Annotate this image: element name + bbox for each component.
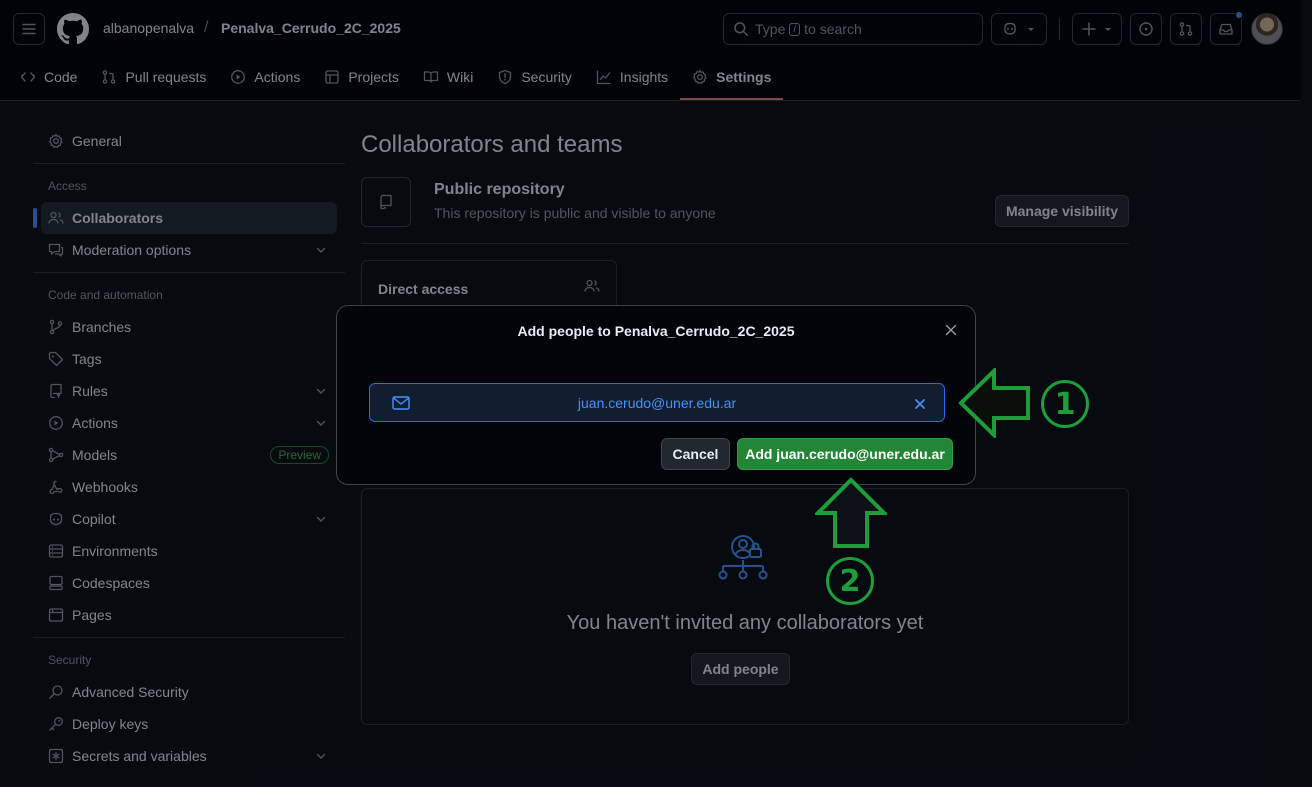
dialog-title: Add people to Penalva_Cerrudo_2C_2025 (517, 323, 795, 339)
annotation-step-1: 1 (1041, 380, 1089, 428)
remove-invitee-icon[interactable] (914, 398, 926, 410)
annotation-arrow-left (958, 368, 1030, 438)
invitee-email: juan.cerudo@uner.edu.ar (577, 395, 737, 411)
annotation-step-2: 2 (826, 557, 874, 605)
add-collaborator-button[interactable]: Add juan.cerudo@uner.edu.ar (737, 438, 953, 470)
annotation-arrow-up (815, 477, 887, 548)
close-icon[interactable] (943, 322, 959, 338)
add-people-dialog: Add people to Penalva_Cerrudo_2C_2025 ju… (336, 305, 976, 485)
selected-invitee-chip[interactable]: juan.cerudo@uner.edu.ar (369, 383, 945, 422)
cancel-button[interactable]: Cancel (661, 438, 730, 470)
